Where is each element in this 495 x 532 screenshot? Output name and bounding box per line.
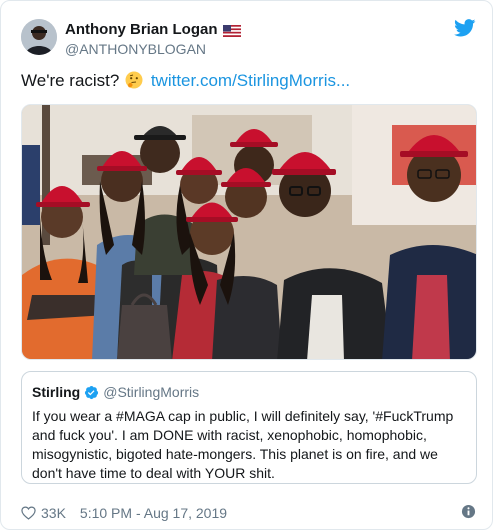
- display-name[interactable]: Anthony Brian Logan: [65, 21, 218, 38]
- us-flag-icon: [222, 24, 241, 37]
- quoted-tweet-header: Stirling @StirlingMorris: [32, 384, 199, 400]
- tweet-footer: 33K 5:10 PM - Aug 17, 2019: [21, 503, 476, 523]
- quoted-tweet-link[interactable]: twitter.com/StirlingMorris...: [151, 71, 350, 90]
- info-icon[interactable]: [461, 504, 476, 519]
- quoted-handle: @StirlingMorris: [103, 384, 200, 400]
- quoted-display-name: Stirling: [32, 384, 81, 400]
- name-row: Anthony Brian Logan: [65, 21, 241, 38]
- user-handle[interactable]: @ANTHONYBLOGAN: [65, 41, 206, 57]
- like-count[interactable]: 33K: [41, 505, 66, 521]
- verified-badge-icon: [84, 385, 99, 400]
- timestamp[interactable]: 5:10 PM - Aug 17, 2019: [80, 505, 227, 521]
- heart-icon[interactable]: [21, 506, 36, 520]
- thinking-face-emoji: [125, 71, 143, 89]
- tweet-card: Anthony Brian Logan @ANTHONYBLOGAN We're…: [0, 0, 493, 530]
- avatar[interactable]: [21, 19, 57, 55]
- tweet-photo[interactable]: [21, 104, 477, 360]
- tweet-text-prefix: We're racist?: [21, 71, 120, 90]
- quoted-tweet[interactable]: Stirling @StirlingMorris If you wear a #…: [21, 371, 477, 484]
- tweet-header: Anthony Brian Logan @ANTHONYBLOGAN: [21, 19, 476, 59]
- twitter-bird-icon[interactable]: [454, 19, 476, 37]
- tweet-text: We're racist? twitter.com/StirlingMorris…: [21, 70, 350, 92]
- quoted-tweet-text: If you wear a #MAGA cap in public, I wil…: [32, 408, 454, 481]
